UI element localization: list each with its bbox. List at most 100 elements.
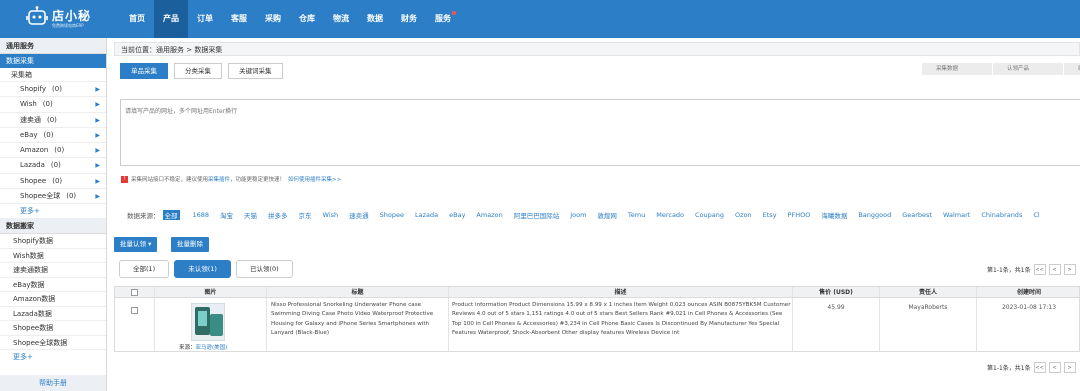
source-ozon[interactable]: Ozon bbox=[735, 211, 752, 219]
nav-orders[interactable]: 订单 bbox=[188, 0, 222, 38]
sidebar-more-link[interactable]: 更多+ bbox=[0, 204, 106, 218]
tab-unclaimed[interactable]: 未认领(1) bbox=[174, 260, 231, 278]
plugin-tip: ! 采集网站接口不稳定，建议使用 采集插件 ，功能更稳定更快速！ 如何使用插件采… bbox=[121, 175, 341, 183]
sidebar-item-lazada-data[interactable]: Lazada数据 bbox=[0, 307, 106, 322]
prev-page-button[interactable]: < bbox=[1048, 362, 1061, 373]
source-walmart[interactable]: Walmart bbox=[943, 211, 970, 219]
source-ebay[interactable]: eBay bbox=[449, 211, 465, 219]
sidebar-item-wish[interactable]: Wish (0) ▶ bbox=[0, 97, 106, 113]
batch-claim-button[interactable]: 批量认领 ▾ bbox=[114, 237, 158, 252]
source-mercado[interactable]: Mercado bbox=[656, 211, 684, 219]
row-checkbox[interactable] bbox=[131, 307, 138, 314]
first-page-button[interactable]: << bbox=[1033, 362, 1046, 373]
source-1688[interactable]: 1688 bbox=[193, 211, 210, 219]
nav-home[interactable]: 首页 bbox=[120, 0, 154, 38]
source-truncated[interactable]: Cl bbox=[1033, 211, 1039, 219]
nav-products[interactable]: 产品 bbox=[154, 0, 188, 38]
tab-claimed[interactable]: 已认领(0) bbox=[235, 260, 293, 278]
sidebar-item-ebay-data[interactable]: eBay数据 bbox=[0, 278, 106, 293]
source-banggood[interactable]: Banggood bbox=[858, 211, 891, 219]
source-wish[interactable]: Wish bbox=[323, 211, 339, 219]
nav-purchasing[interactable]: 采购 bbox=[256, 0, 290, 38]
source-lazada[interactable]: Lazada bbox=[415, 211, 438, 219]
sidebar-item-data-collection[interactable]: 数据采集 bbox=[0, 54, 106, 68]
brand-name: 店小秘 bbox=[52, 9, 92, 23]
header-price: 售价 (USD) bbox=[793, 287, 880, 297]
source-temu[interactable]: Temu bbox=[628, 211, 645, 219]
nav-data[interactable]: 数据 bbox=[358, 0, 392, 38]
sidebar-item-amazon-data[interactable]: Amazon数据 bbox=[0, 292, 106, 307]
sidebar-more-link-2[interactable]: 更多+ bbox=[0, 350, 106, 364]
tip-text: 采集网站接口不稳定，建议使用 bbox=[131, 177, 209, 183]
sidebar-item-aliexpress-data[interactable]: 速卖通数据 bbox=[0, 263, 106, 278]
tab-single-product[interactable]: 单品采集 bbox=[120, 63, 168, 79]
sidebar: 通用服务 数据采集 采集箱 Shopify (0) ▶ Wish (0) ▶ 速卖通 (0… bbox=[0, 38, 107, 391]
step-edit: 编辑 bbox=[1064, 63, 1080, 75]
sidebar-item-amazon[interactable]: Amazon (0) ▶ bbox=[0, 143, 106, 159]
product-description: Product information Product Dimensions 1… bbox=[452, 302, 791, 336]
header-image: 图片 bbox=[155, 287, 267, 297]
source-coupang[interactable]: Coupang bbox=[695, 211, 724, 219]
plugin-link[interactable]: 采集插件 bbox=[208, 175, 230, 183]
help-manual-link[interactable]: 帮助手册 bbox=[0, 375, 106, 391]
sidebar-item-wish-data[interactable]: Wish数据 bbox=[0, 249, 106, 264]
source-link[interactable]: 亚马逊(美国) bbox=[196, 345, 228, 351]
sidebar-item-shopee[interactable]: Shopee (0) ▶ bbox=[0, 174, 106, 190]
sidebar-section-data-move: 数据搬家 bbox=[0, 218, 106, 235]
tab-all[interactable]: 全部(1) bbox=[119, 260, 170, 278]
tip-text-2: ，功能更稳定更快速！ bbox=[230, 177, 286, 183]
source-etsy[interactable]: Etsy bbox=[763, 211, 777, 219]
nav-finance[interactable]: 财务 bbox=[392, 0, 426, 38]
sidebar-item-shopify[interactable]: Shopify (0) ▶ bbox=[0, 82, 106, 98]
source-taobao[interactable]: 淘宝 bbox=[220, 210, 233, 220]
nav-logistics[interactable]: 物流 bbox=[324, 0, 358, 38]
sidebar-item-collection-box[interactable]: 采集箱 bbox=[0, 68, 106, 82]
platform-count: (0) bbox=[52, 176, 63, 185]
logo[interactable]: 店小秘 免费跨境电商ERP bbox=[26, 4, 126, 34]
source-chinabrands[interactable]: Chinabrands bbox=[981, 211, 1022, 219]
sidebar-item-aliexpress[interactable]: 速卖通 (0) ▶ bbox=[0, 113, 106, 128]
next-page-button[interactable]: > bbox=[1063, 362, 1076, 373]
source-all[interactable]: 全部 bbox=[162, 210, 180, 220]
description-cell: Product information Product Dimensions 1… bbox=[449, 298, 793, 351]
platform-count: (0) bbox=[47, 115, 57, 124]
phone-screen-image bbox=[198, 311, 207, 326]
sidebar-item-lazada[interactable]: Lazada (0) ▶ bbox=[0, 158, 106, 174]
sidebar-item-ebay[interactable]: eBay (0) ▶ bbox=[0, 128, 106, 144]
sidebar-item-shopify-data[interactable]: Shopify数据 bbox=[0, 234, 106, 249]
tab-category[interactable]: 分类采集 bbox=[174, 63, 222, 79]
title-cell: Nisso Professional Snorkeling Underwater… bbox=[267, 298, 449, 351]
robot-logo-icon bbox=[26, 6, 48, 25]
product-thumbnail[interactable] bbox=[191, 303, 225, 341]
source-alibaba[interactable]: 阿里巴巴国际站 bbox=[514, 210, 560, 220]
nav-customer-service[interactable]: 客服 bbox=[222, 0, 256, 38]
sidebar-item-shopee-data[interactable]: Shopee数据 bbox=[0, 321, 106, 336]
source-jd[interactable]: 京东 bbox=[299, 210, 312, 220]
source-shopee[interactable]: Shopee bbox=[380, 211, 404, 219]
how-to-plugin-link[interactable]: 如何使用插件采集>> bbox=[288, 175, 341, 183]
tab-keyword[interactable]: 关键词采集 bbox=[228, 63, 283, 79]
source-gearbest[interactable]: Gearbest bbox=[902, 211, 932, 219]
source-aliexpress[interactable]: 速卖通 bbox=[349, 210, 369, 220]
source-pinduoduo[interactable]: 拼多多 bbox=[268, 210, 288, 220]
caret-right-icon: ▶ bbox=[95, 116, 100, 124]
select-all-checkbox[interactable] bbox=[131, 289, 138, 296]
main-nav: 首页 产品 订单 客服 采购 仓库 物流 数据 财务 服务 bbox=[120, 0, 460, 38]
caret-right-icon: ▶ bbox=[95, 131, 100, 139]
next-page-button[interactable]: > bbox=[1063, 264, 1076, 275]
source-amazon[interactable]: Amazon bbox=[476, 211, 502, 219]
source-pfhoo[interactable]: PFHOO bbox=[788, 211, 811, 219]
prev-page-button[interactable]: < bbox=[1048, 264, 1061, 275]
batch-delete-button[interactable]: 批量删除 bbox=[171, 237, 209, 252]
url-input[interactable] bbox=[120, 99, 1080, 166]
source-joom[interactable]: Joom bbox=[570, 211, 586, 219]
source-haixi[interactable]: 海曦数据 bbox=[821, 210, 847, 220]
sidebar-item-shopee-global[interactable]: Shopee全球 (0) ▶ bbox=[0, 189, 106, 205]
sidebar-item-shopee-global-data[interactable]: Shopee全球数据 bbox=[0, 336, 106, 351]
nav-warehouse[interactable]: 仓库 bbox=[290, 0, 324, 38]
first-page-button[interactable]: << bbox=[1033, 264, 1046, 275]
nav-services[interactable]: 服务 bbox=[426, 0, 460, 38]
source-tmall[interactable]: 天猫 bbox=[244, 210, 257, 220]
source-dhgate[interactable]: 敦煌网 bbox=[597, 210, 617, 220]
notification-dot bbox=[452, 11, 456, 15]
